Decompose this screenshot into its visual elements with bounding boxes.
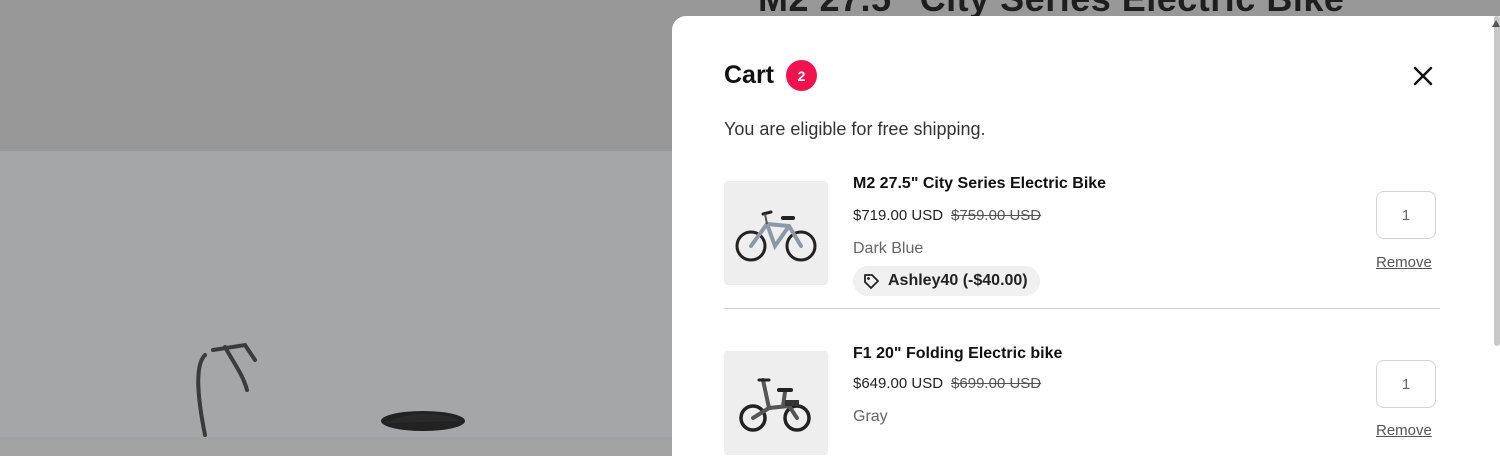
sale-price: $719.00 USD — [853, 207, 944, 224]
compare-at-price: $699.00 USD — [951, 375, 1042, 392]
product-image-background — [185, 335, 485, 450]
sale-price: $649.00 USD — [853, 375, 944, 392]
folding-bike-thumbnail-icon — [739, 378, 811, 432]
close-icon[interactable] — [1412, 65, 1434, 87]
product-name[interactable]: M2 27.5" City Series Electric Bike — [853, 175, 1106, 193]
cart-title: Cart — [724, 61, 775, 89]
discount-code: Ashley40 (-$40.00) — [888, 272, 1028, 289]
item-divider — [724, 308, 1440, 309]
free-shipping-message: You are eligible for free shipping. — [724, 119, 986, 139]
variant-label: Dark Blue — [853, 240, 924, 257]
product-price: $649.00 USD $699.00 USD — [853, 375, 1041, 392]
product-thumbnail[interactable] — [724, 181, 828, 285]
product-price: $719.00 USD $759.00 USD — [853, 207, 1041, 224]
cart-drawer: Cart 2 You are eligible for free shippin… — [672, 16, 1500, 456]
cart-count-badge: 2 — [786, 60, 818, 91]
bike-thumbnail-icon — [735, 210, 817, 262]
product-thumbnail[interactable] — [724, 351, 828, 455]
scrollbar[interactable] — [1494, 16, 1500, 346]
variant-label: Gray — [853, 408, 888, 425]
remove-button[interactable]: Remove — [1376, 422, 1432, 439]
tag-icon — [864, 273, 879, 289]
cart-header: Cart 2 — [724, 60, 818, 91]
remove-button[interactable]: Remove — [1376, 254, 1432, 271]
discount-tag: Ashley40 (-$40.00) — [853, 266, 1040, 296]
compare-at-price: $759.00 USD — [951, 207, 1042, 224]
quantity-input[interactable]: 1 — [1376, 191, 1436, 239]
product-name[interactable]: F1 20" Folding Electric bike — [853, 345, 1062, 363]
quantity-input[interactable]: 1 — [1376, 360, 1436, 408]
scroll-up-arrow-icon[interactable] — [1492, 20, 1500, 27]
